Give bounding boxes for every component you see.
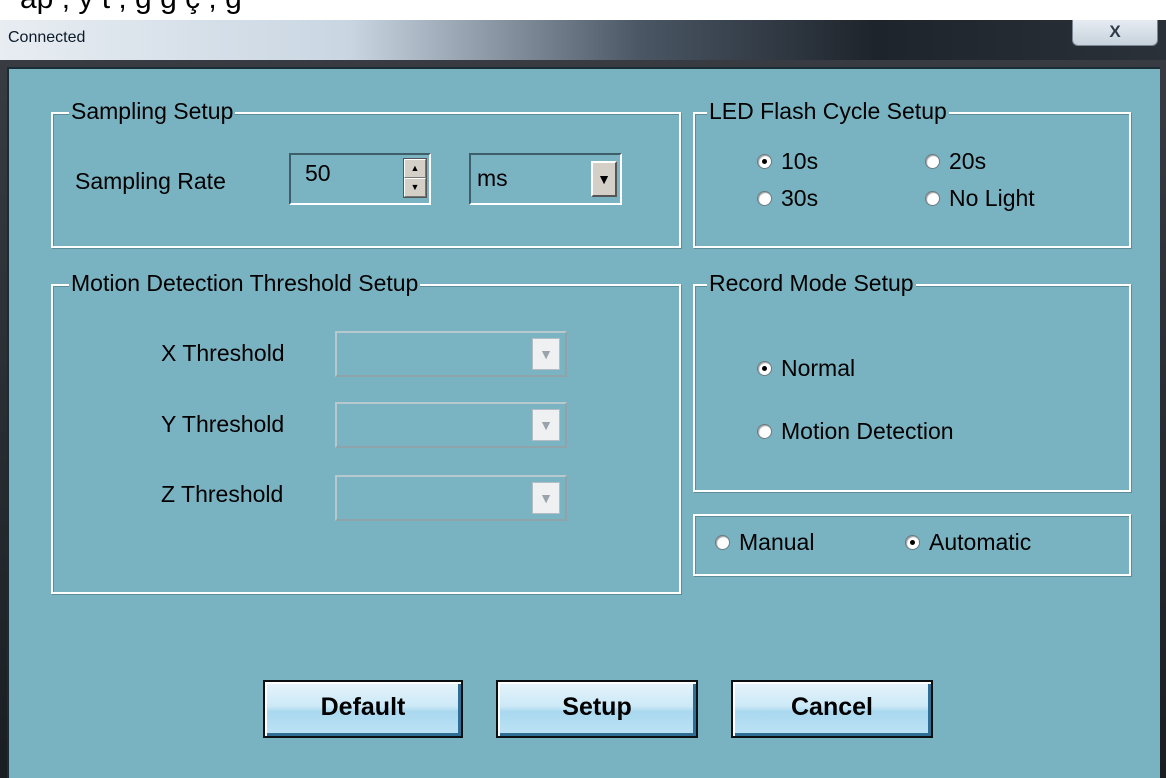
record-mode-label: Record Mode Setup xyxy=(707,270,916,297)
sampling-unit-select[interactable]: ms ▼ xyxy=(469,153,622,205)
sampling-setup-label: Sampling Setup xyxy=(69,98,236,125)
radio-dot[interactable] xyxy=(757,191,772,206)
title-bar: Connected X xyxy=(0,20,1166,60)
chevron-down-icon[interactable]: ▼ xyxy=(532,409,560,441)
y-threshold-label: Y Threshold xyxy=(161,411,285,437)
x-threshold-label: X Threshold xyxy=(161,340,285,366)
background-text: ap , y t , g g ç , g xyxy=(20,0,242,16)
z-threshold-select[interactable]: ▼ xyxy=(335,475,567,521)
close-icon: X xyxy=(1109,22,1121,41)
mode-group: Manual Automatic xyxy=(693,514,1131,576)
dialog-window: Connected X Sampling Setup Sampling Rate… xyxy=(0,20,1166,778)
chevron-down-icon[interactable]: ▼ xyxy=(532,482,560,514)
dialog-client-area: Sampling Setup Sampling Rate 50 ▲ ▼ ms ▼… xyxy=(7,67,1160,778)
motion-threshold-label: Motion Detection Threshold Setup xyxy=(69,270,421,297)
z-threshold-label: Z Threshold xyxy=(161,481,284,507)
cancel-button[interactable]: Cancel xyxy=(731,680,933,738)
motion-threshold-group: Motion Detection Threshold Setup X Thres… xyxy=(51,270,681,594)
chevron-down-icon[interactable]: ▼ xyxy=(532,338,560,370)
led-flash-group: LED Flash Cycle Setup 10s 20s 30s No Lig… xyxy=(693,98,1131,248)
spin-up-icon[interactable]: ▲ xyxy=(404,159,426,178)
sampling-rate-input[interactable]: 50 ▲ ▼ xyxy=(289,153,431,205)
x-threshold-select[interactable]: ▼ xyxy=(335,331,567,377)
radio-dot[interactable] xyxy=(757,361,772,376)
sampling-rate-label: Sampling Rate xyxy=(75,168,226,194)
close-button[interactable]: X xyxy=(1072,20,1158,46)
record-mode-group: Record Mode Setup Normal Motion Detectio… xyxy=(693,270,1131,492)
default-button[interactable]: Default xyxy=(263,680,463,738)
chevron-down-icon[interactable]: ▼ xyxy=(591,161,617,197)
spin-down-icon[interactable]: ▼ xyxy=(404,178,426,197)
sampling-setup-group: Sampling Setup Sampling Rate 50 ▲ ▼ ms ▼ xyxy=(51,98,681,248)
led-flash-label: LED Flash Cycle Setup xyxy=(707,98,949,125)
radio-dot[interactable] xyxy=(905,535,920,550)
background-text-strip: ap , y t , g g ç , g xyxy=(0,0,1166,20)
radio-dot[interactable] xyxy=(715,535,730,550)
sampling-rate-spinner[interactable]: ▲ ▼ xyxy=(403,158,427,198)
setup-button[interactable]: Setup xyxy=(496,680,698,738)
radio-dot[interactable] xyxy=(757,154,772,169)
radio-dot[interactable] xyxy=(925,191,940,206)
radio-dot[interactable] xyxy=(757,424,772,439)
y-threshold-select[interactable]: ▼ xyxy=(335,402,567,448)
radio-dot[interactable] xyxy=(925,154,940,169)
window-title: Connected xyxy=(8,29,86,46)
